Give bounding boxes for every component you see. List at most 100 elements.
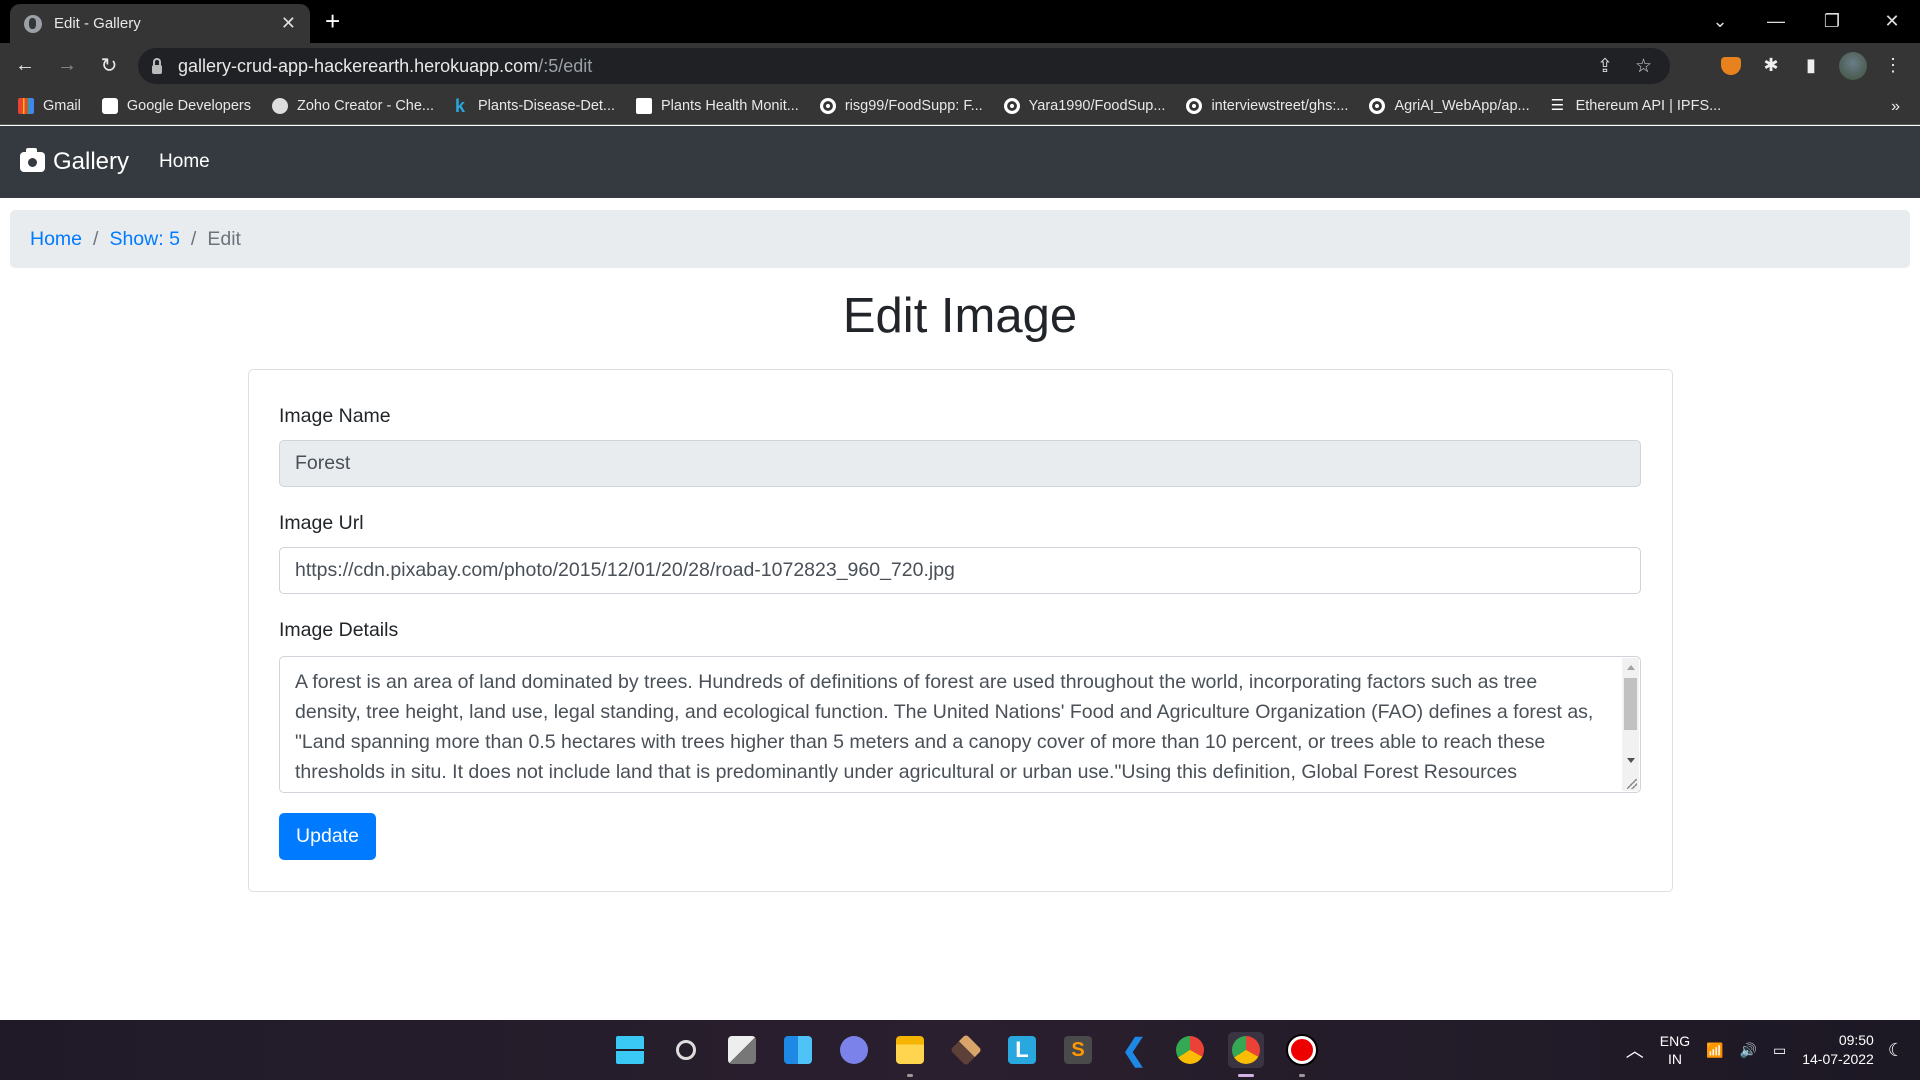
system-tray: ︿ ENG IN 📶 🔊 ▭ 09:50 14-07-2022 ☾ <box>1626 1020 1920 1080</box>
windows-taskbar: L S ❮ ︿ ENG IN 📶 🔊 ▭ 09:50 14-07-2022 ☾ <box>0 1020 1920 1080</box>
bookmark-item[interactable]: Plants Health Monit... <box>636 98 799 114</box>
bookmark-item[interactable]: Zoho Creator - Che... <box>272 98 434 114</box>
chrome-icon[interactable] <box>1172 1032 1208 1068</box>
google-developers-icon <box>101 98 118 114</box>
gmail-icon <box>18 98 34 114</box>
browser-tab[interactable]: Edit - Gallery ✕ <box>10 4 310 43</box>
bookmark-item[interactable]: k Plants-Disease-Det... <box>455 96 616 116</box>
volume-icon[interactable]: 🔊 <box>1740 1042 1757 1059</box>
bookmark-item[interactable]: AgriAI_WebApp/ap... <box>1369 98 1530 114</box>
bookmark-star-icon[interactable]: ☆ <box>1635 55 1652 78</box>
bookmark-item[interactable]: Yara1990/FoodSup... <box>1003 98 1166 114</box>
region-code: IN <box>1667 1051 1682 1067</box>
app-l-icon[interactable]: L <box>1004 1032 1040 1068</box>
side-panel-icon[interactable]: ▮ <box>1792 43 1830 88</box>
url-host: gallery-crud-app-hackerearth.herokuapp.c… <box>178 55 539 76</box>
image-name-label: Image Name <box>279 405 391 427</box>
bookmark-label: Gmail <box>43 98 81 114</box>
bookmark-label: interviewstreet/ghs:... <box>1211 98 1349 114</box>
browser-tab-strip: Edit - Gallery ✕ + ⌄ — ❐ ✕ <box>0 0 1920 43</box>
scroll-down-arrow-icon[interactable] <box>1627 758 1635 763</box>
app-navbar: Gallery Home <box>0 126 1920 198</box>
forward-button[interactable]: → <box>50 49 84 83</box>
language-indicator[interactable]: ENG IN <box>1660 1032 1690 1068</box>
bookmark-label: Plants Health Monit... <box>661 98 799 114</box>
github-icon <box>819 98 836 114</box>
battery-icon[interactable]: ▭ <box>1773 1042 1786 1059</box>
breadcrumb-current: Edit <box>207 227 241 250</box>
task-view-icon[interactable] <box>724 1032 760 1068</box>
minimize-button[interactable]: — <box>1748 0 1804 43</box>
bookmark-label: Google Developers <box>126 98 252 114</box>
bookmark-item[interactable]: ☰ Ethereum API | IPFS... <box>1550 97 1722 115</box>
bookmark-item[interactable]: risg99/FoodSupp: F... <box>819 98 983 114</box>
image-details-label: Image Details <box>279 619 399 641</box>
ethereum-icon: ☰ <box>1550 97 1565 114</box>
close-tab-icon[interactable]: ✕ <box>281 13 296 34</box>
sublime-text-icon[interactable]: S <box>1060 1032 1096 1068</box>
chrome-active-icon[interactable] <box>1228 1032 1264 1077</box>
bookmark-label: Ethereum API | IPFS... <box>1575 98 1722 114</box>
bookmark-item[interactable]: Gmail <box>18 98 81 114</box>
image-details-textarea[interactable]: A forest is an area of land dominated by… <box>279 656 1641 793</box>
image-url-input[interactable] <box>279 547 1641 594</box>
close-window-button[interactable]: ✕ <box>1864 0 1920 43</box>
bookmark-label: Zoho Creator - Che... <box>297 98 435 114</box>
globe-icon <box>272 98 289 114</box>
nav-home-link[interactable]: Home <box>159 151 210 173</box>
extensions-puzzle-icon[interactable]: ✱ <box>1752 43 1790 88</box>
search-icon[interactable] <box>668 1032 704 1068</box>
bookmark-label: AgriAI_WebApp/ap... <box>1394 98 1530 114</box>
vscode-icon[interactable]: ❮ <box>1116 1032 1152 1068</box>
page-title: Edit Image <box>842 289 1078 343</box>
new-tab-button[interactable]: + <box>325 6 340 37</box>
back-button[interactable]: ← <box>8 49 42 83</box>
update-button[interactable]: Update <box>279 813 376 860</box>
image-url-label: Image Url <box>279 512 364 534</box>
bookmark-label: risg99/FoodSupp: F... <box>844 98 983 114</box>
menu-kebab-icon[interactable]: ⋮ <box>1874 43 1912 88</box>
teams-chat-icon[interactable] <box>836 1032 872 1068</box>
browser-toolbar: ← → ↻ gallery-crud-app-hackerearth.herok… <box>0 43 1920 88</box>
file-explorer-icon[interactable] <box>892 1032 928 1077</box>
github-icon <box>1369 98 1386 114</box>
brand-link[interactable]: Gallery <box>20 148 129 176</box>
address-bar[interactable]: gallery-crud-app-hackerearth.herokuapp.c… <box>138 48 1670 84</box>
bookmark-label: Plants-Disease-Det... <box>478 98 616 114</box>
bookmark-item[interactable]: Google Developers <box>101 98 252 114</box>
windows-start-icon[interactable] <box>612 1032 648 1068</box>
recorder-icon[interactable] <box>1284 1032 1320 1077</box>
focus-moon-icon[interactable]: ☾ <box>1888 1040 1904 1061</box>
language-code: ENG <box>1659 1033 1691 1049</box>
camera-icon <box>20 148 45 172</box>
share-icon[interactable]: ⇪ <box>1597 55 1613 78</box>
clock-date: 14-07-2022 <box>1802 1051 1874 1067</box>
resize-grip-icon[interactable] <box>1627 779 1637 789</box>
breadcrumb-separator: / <box>93 227 99 250</box>
lock-icon <box>152 57 162 74</box>
bookmark-label: Yara1990/FoodSup... <box>1028 98 1166 114</box>
textarea-scrollbar[interactable] <box>1622 658 1639 791</box>
tray-overflow-chevron-icon[interactable]: ︿ <box>1626 1037 1644 1063</box>
breadcrumb-show[interactable]: Show: 5 <box>109 228 179 251</box>
scroll-up-arrow-icon[interactable] <box>1627 665 1635 670</box>
breadcrumb-separator: / <box>190 227 197 250</box>
globe-icon <box>24 14 42 33</box>
clock[interactable]: 09:50 14-07-2022 <box>1802 1031 1874 1069</box>
metamask-extension-icon[interactable] <box>1712 43 1750 88</box>
bookmark-item[interactable]: interviewstreet/ghs:... <box>1186 98 1348 114</box>
more-bookmarks-button[interactable]: » <box>1891 88 1900 125</box>
widgets-icon[interactable] <box>780 1032 816 1068</box>
tab-search-icon[interactable]: ⌄ <box>1692 0 1748 43</box>
scrollbar-thumb[interactable] <box>1624 678 1637 730</box>
wifi-icon[interactable]: 📶 <box>1706 1042 1723 1059</box>
breadcrumb: Home / Show: 5 / Edit <box>10 210 1910 268</box>
k-icon: k <box>455 96 466 116</box>
reload-button[interactable]: ↻ <box>92 49 126 83</box>
restore-button[interactable]: ❐ <box>1804 0 1860 43</box>
image-name-input[interactable] <box>279 440 1641 487</box>
breadcrumb-home[interactable]: Home <box>30 228 82 251</box>
profile-avatar[interactable] <box>1834 43 1872 88</box>
chat-icon <box>636 98 653 114</box>
app-box-icon[interactable] <box>948 1032 984 1068</box>
